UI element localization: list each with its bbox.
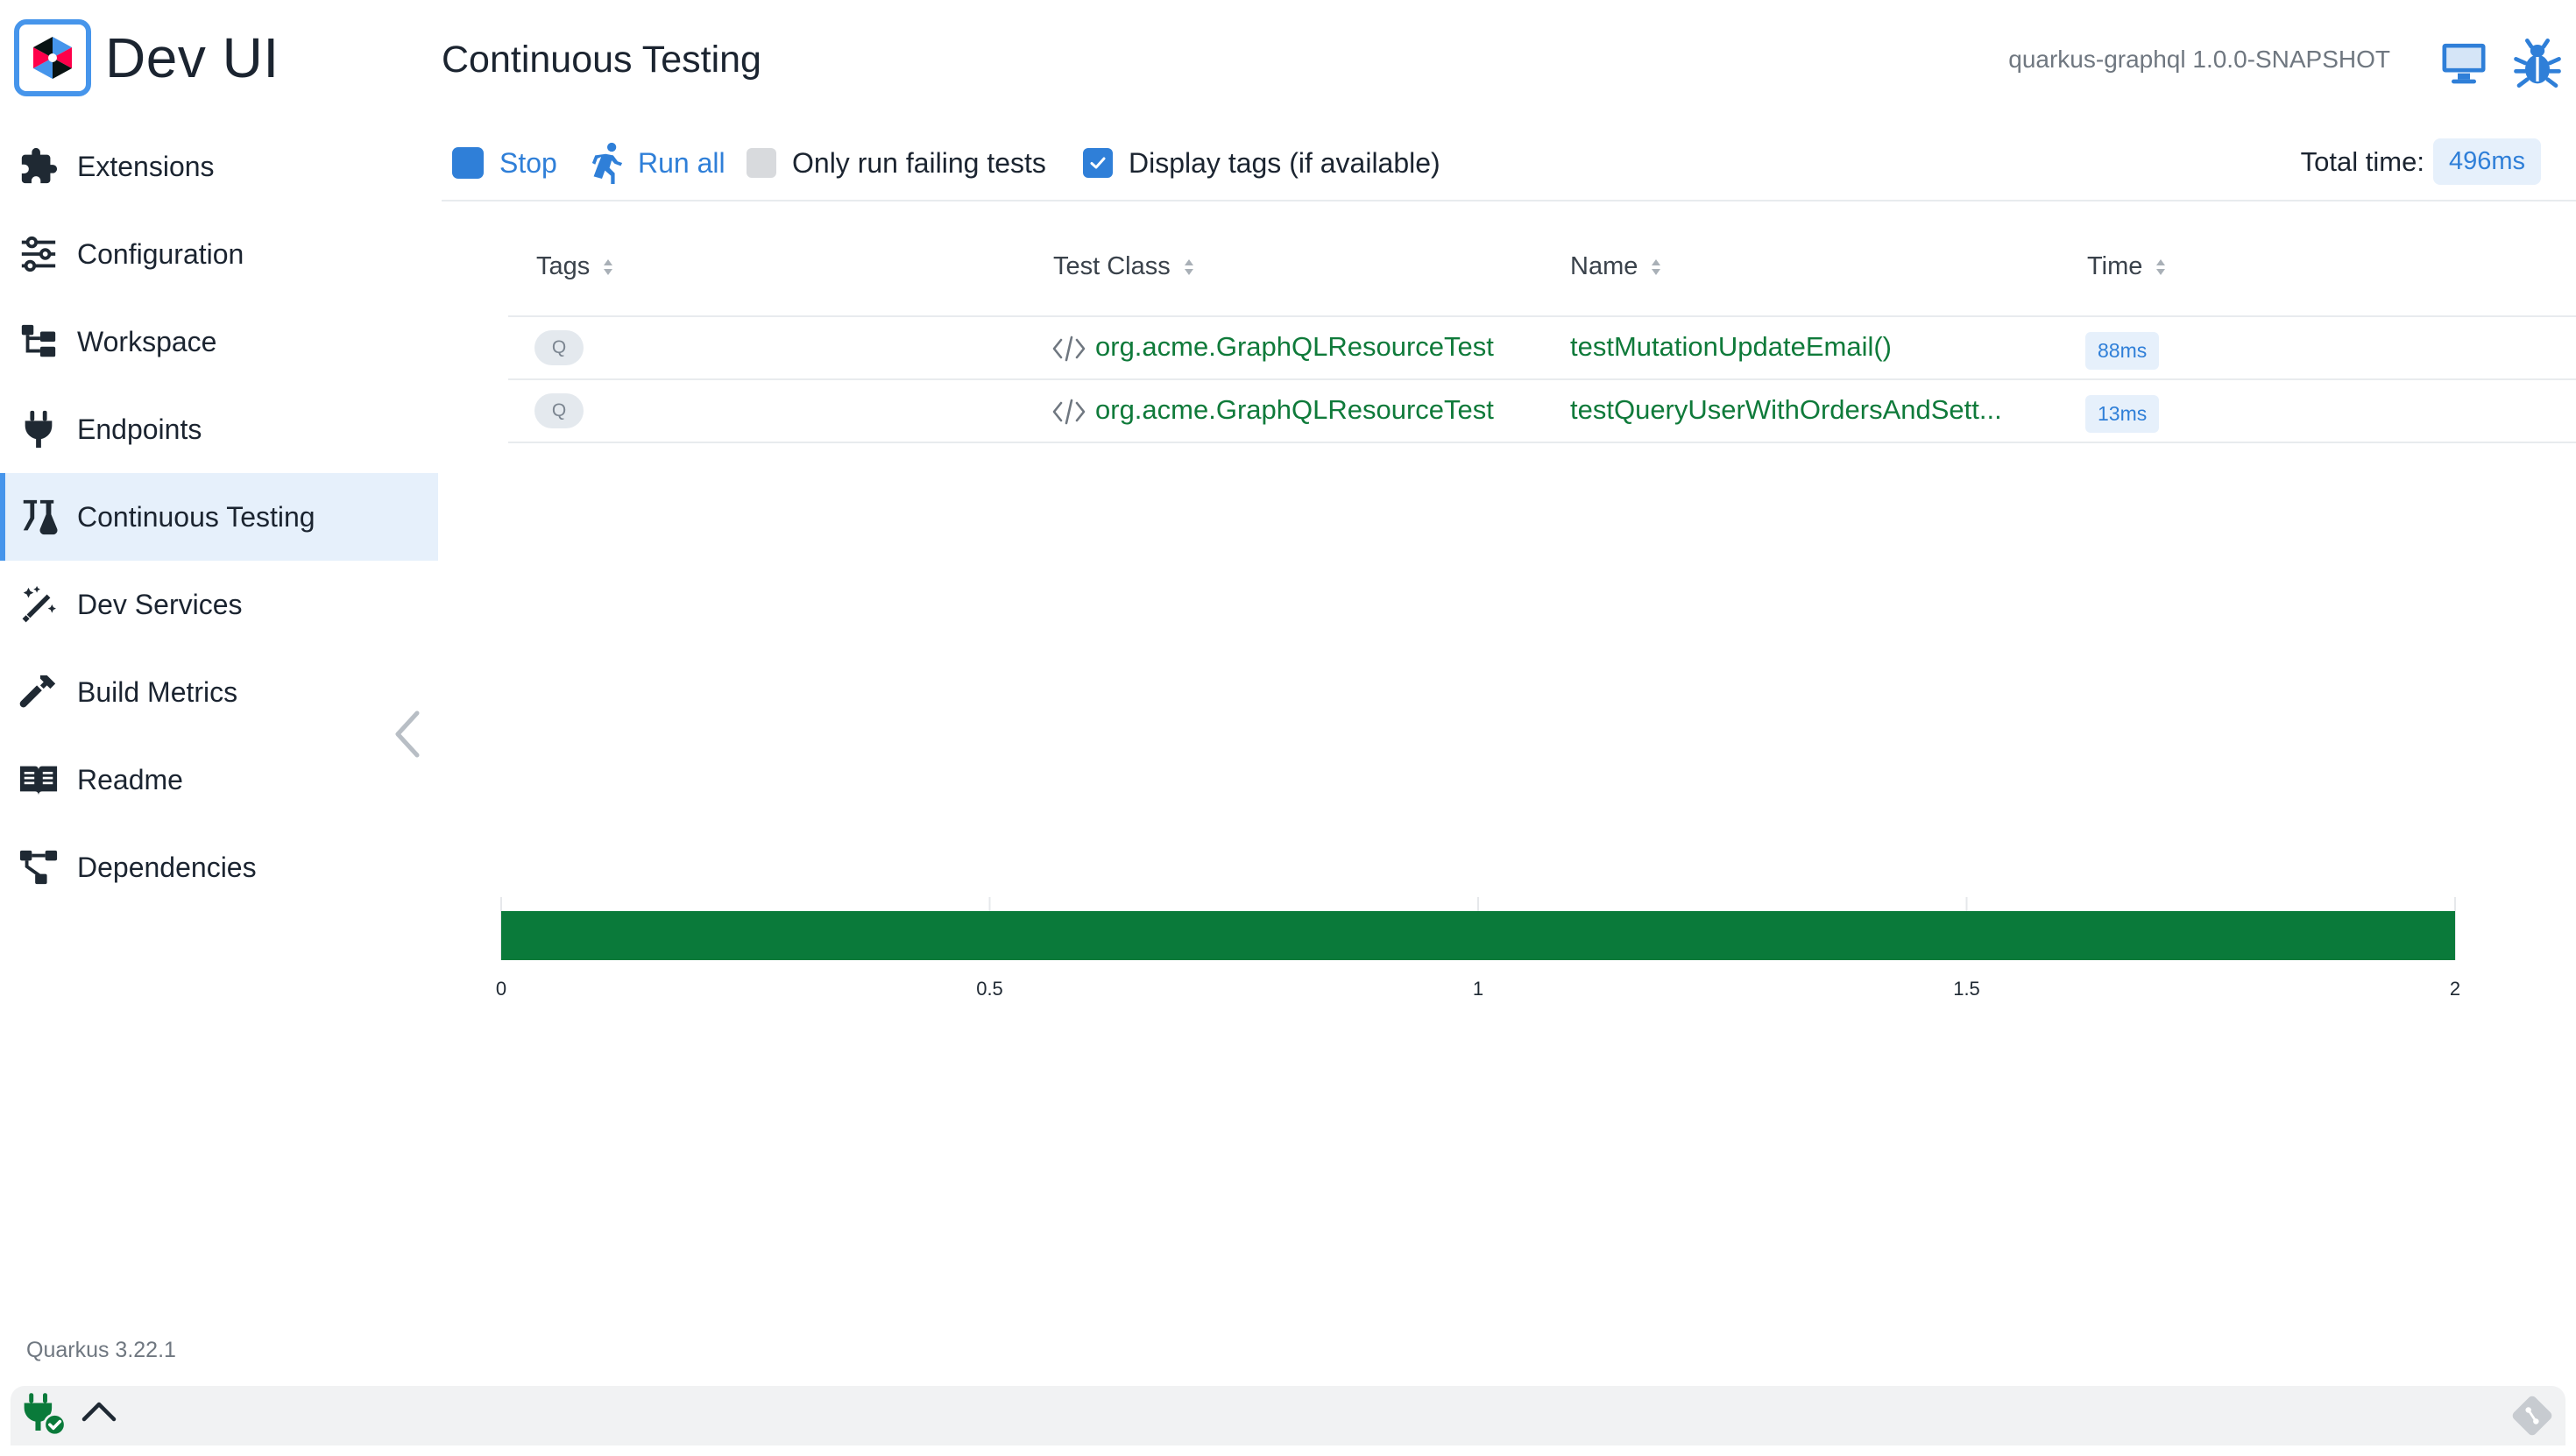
sidebar-item-label: Readme (77, 763, 183, 795)
run-all-button[interactable]: Run all (589, 140, 725, 186)
sidebar-item-workspace[interactable]: Workspace (0, 298, 438, 385)
test-time-badge: 88ms (2085, 332, 2160, 370)
sidebar-item-continuous-testing[interactable]: Continuous Testing (0, 473, 438, 561)
chevron-up-icon[interactable] (79, 1396, 119, 1428)
x-tick-label-1: 0.5 (976, 978, 1003, 1000)
x-tick-label-2: 1 (1473, 978, 1483, 1000)
git-diamond-icon[interactable] (2509, 1393, 2555, 1438)
sidebar-item-build-metrics[interactable]: Build Metrics (0, 648, 438, 736)
app-title: Dev UI (105, 26, 280, 89)
x-tick-label-0: 0 (496, 978, 506, 1000)
checkbox-unchecked-icon (747, 148, 776, 178)
total-time: Total time: 496ms (2301, 138, 2541, 185)
sidebar-item-dev-services[interactable]: Dev Services (0, 561, 438, 648)
tag-badge: Q (534, 393, 584, 428)
magic-wand-icon (16, 582, 61, 627)
bar-passed (501, 911, 2455, 960)
quarkus-logo-icon (14, 19, 91, 96)
sidebar-item-label: Dependencies (77, 851, 257, 883)
column-header-time[interactable]: Time (2087, 252, 2167, 281)
sidebar-item-label: Endpoints (77, 413, 202, 445)
display-tags-label: Display tags (if available) (1129, 146, 1440, 179)
page-title: Continuous Testing (442, 39, 761, 81)
tag-badge: Q (534, 330, 584, 365)
sort-icon (1184, 258, 1193, 275)
test-name: testQueryUserWithOrdersAndSett... (1570, 394, 2002, 425)
sort-icon (2156, 258, 2166, 275)
folder-tree-icon (16, 319, 61, 364)
total-time-badge: 496ms (2432, 138, 2541, 185)
logo[interactable]: Dev UI (14, 19, 280, 96)
test-class-link[interactable]: org.acme.GraphQLResourceTest (1095, 394, 1494, 426)
plug-connected-icon[interactable] (19, 1391, 67, 1438)
test-progress-chart: 0 0.5 1 1.5 2 (496, 897, 2460, 1000)
display-tags-checkbox[interactable]: Display tags (if available) (1083, 140, 1440, 186)
sort-icon (1652, 258, 1661, 275)
column-header-label: Name (1570, 252, 1638, 280)
app-version: quarkus-graphql 1.0.0-SNAPSHOT (2008, 46, 2390, 73)
stop-label: Stop (499, 146, 557, 179)
column-header-label: Time (2087, 252, 2143, 280)
book-icon (16, 757, 61, 802)
run-all-label: Run all (638, 146, 725, 179)
column-header-label: Test Class (1053, 252, 1171, 280)
sidebar-item-label: Extensions (77, 150, 215, 182)
sliders-icon (16, 231, 61, 277)
testing-toolbar: Stop Run all Only run failing tests Disp… (442, 131, 2576, 201)
column-header-label: Tags (536, 252, 591, 280)
sidebar: Dev UI Extensions Configuration Workspac… (0, 0, 438, 1384)
column-header-name[interactable]: Name (1570, 252, 1662, 281)
only-failing-checkbox[interactable]: Only run failing tests (747, 140, 1046, 186)
sort-icon (604, 258, 613, 275)
code-icon (1052, 399, 1086, 425)
stop-button[interactable]: Stop (452, 140, 557, 186)
plug-icon (16, 406, 61, 452)
sidebar-item-label: Dev Services (77, 588, 243, 620)
flask-icon (16, 494, 61, 540)
table-row[interactable]: Q org.acme.GraphQLResourceTest testQuery… (508, 380, 2576, 443)
table-header: Tags Test Class Name Time (508, 228, 2576, 317)
checkbox-checked-icon (1083, 148, 1113, 178)
test-results-table: Tags Test Class Name Time Q org.acme.Gra… (508, 228, 2576, 443)
sidebar-item-label: Configuration (77, 237, 244, 270)
column-header-tags[interactable]: Tags (536, 252, 614, 281)
table-row[interactable]: Q org.acme.GraphQLResourceTest testMutat… (508, 317, 2576, 380)
sidebar-item-readme[interactable]: Readme (0, 736, 438, 823)
sidebar-item-label: Continuous Testing (77, 500, 315, 533)
x-tick-label-4: 2 (2450, 978, 2460, 1000)
running-person-icon (591, 142, 623, 184)
test-name: testMutationUpdateEmail() (1570, 331, 1892, 362)
chevron-left-icon[interactable] (391, 708, 426, 760)
bug-icon[interactable] (2513, 39, 2562, 88)
only-failing-label: Only run failing tests (792, 146, 1046, 179)
sidebar-item-configuration[interactable]: Configuration (0, 210, 438, 298)
quarkus-version: Quarkus 3.22.1 (26, 1338, 176, 1362)
x-tick-label-3: 1.5 (1953, 978, 1980, 1000)
diagram-icon (16, 845, 61, 890)
footer-bar (11, 1386, 2565, 1445)
sidebar-item-endpoints[interactable]: Endpoints (0, 385, 438, 473)
column-header-test-class[interactable]: Test Class (1053, 252, 1195, 281)
test-class-link[interactable]: org.acme.GraphQLResourceTest (1095, 331, 1494, 363)
monitor-icon[interactable] (2439, 39, 2488, 88)
sidebar-item-label: Build Metrics (77, 675, 238, 708)
sidebar-item-extensions[interactable]: Extensions (0, 123, 438, 210)
stop-icon (452, 147, 484, 179)
total-time-label: Total time: (2300, 145, 2424, 177)
test-time-badge: 13ms (2085, 395, 2160, 433)
puzzle-icon (16, 144, 61, 189)
sidebar-item-label: Workspace (77, 325, 217, 357)
sidebar-item-dependencies[interactable]: Dependencies (0, 823, 438, 911)
sidebar-nav: Extensions Configuration Workspace Endpo… (0, 123, 438, 911)
hammer-icon (16, 669, 61, 715)
code-icon (1052, 336, 1086, 362)
